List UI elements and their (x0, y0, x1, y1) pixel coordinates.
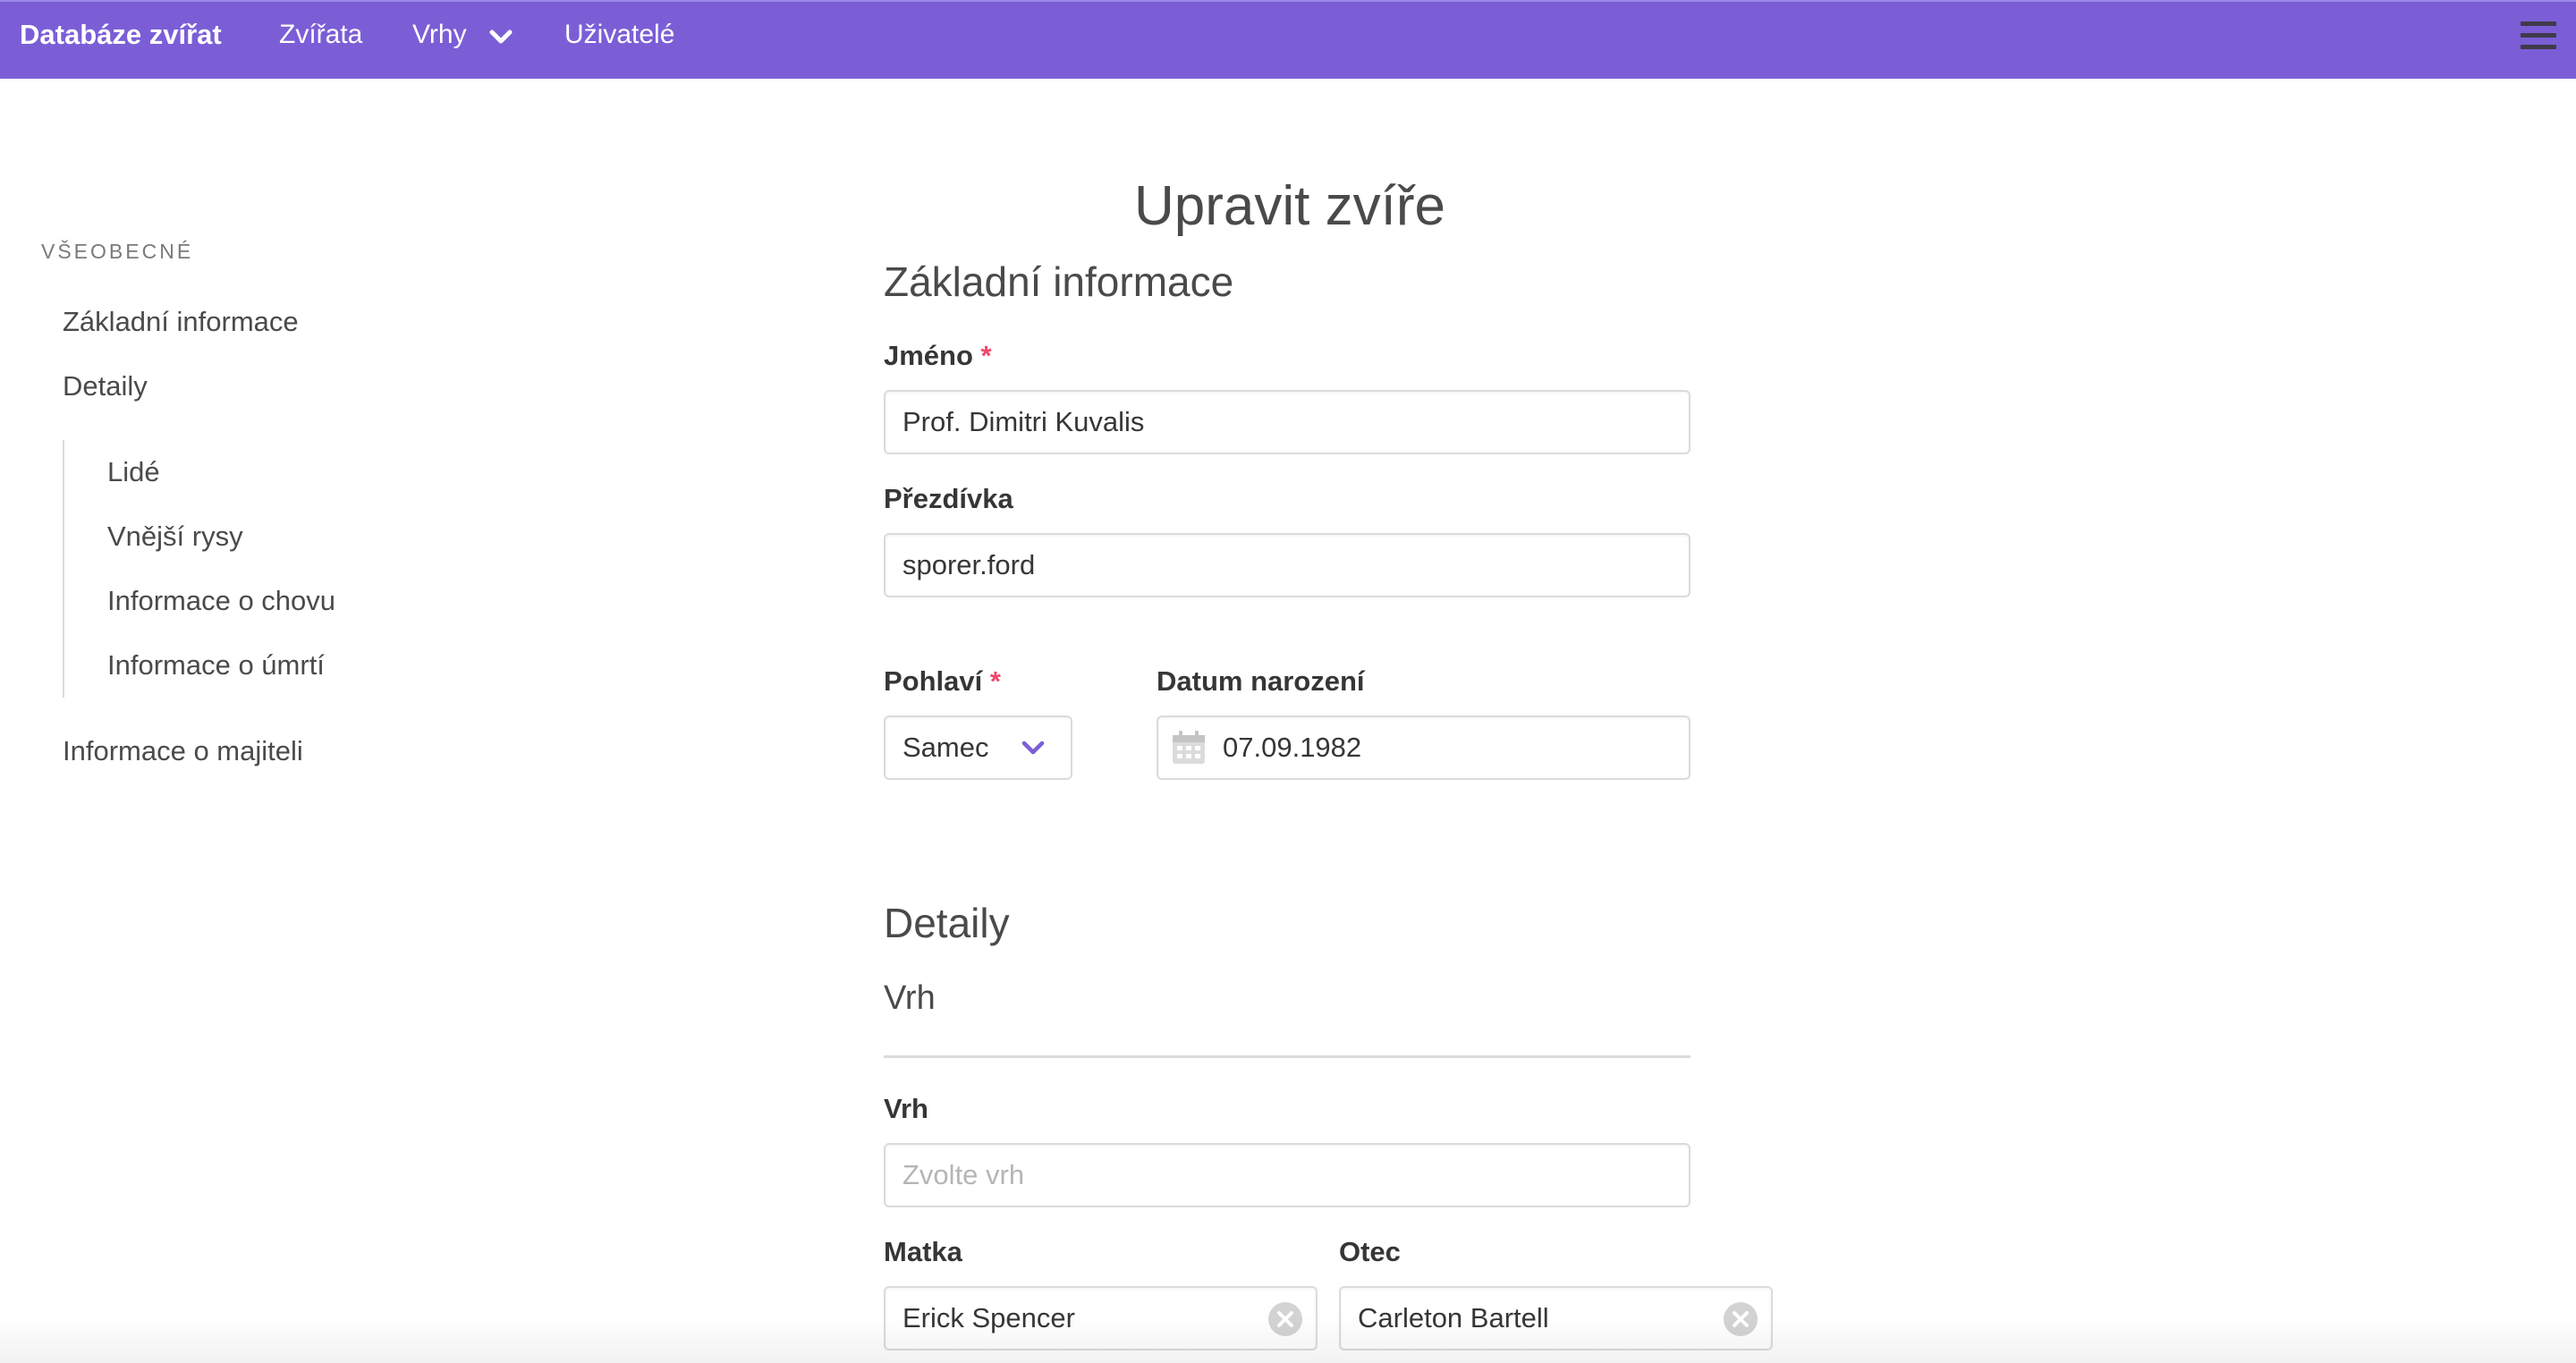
calendar-icon (1173, 731, 1205, 764)
required-mark: * (980, 340, 992, 371)
nav-item-litters[interactable]: Vrhy (412, 2, 467, 79)
father-label: Otec (1339, 1236, 1401, 1267)
hamburger-menu-icon[interactable] (2521, 20, 2556, 52)
section-divider (884, 1055, 1690, 1058)
nav-item-users[interactable]: Uživatelé (564, 2, 674, 79)
name-input[interactable]: Prof. Dimitri Kuvalis (884, 390, 1690, 454)
section-title-basic: Základní informace (884, 258, 1234, 305)
father-select[interactable]: Carleton Bartell (1339, 1286, 1773, 1350)
sidebar-section-label: VŠEOBECNÉ (41, 240, 194, 263)
litter-input[interactable]: Zvolte vrh (884, 1143, 1690, 1207)
subsection-title-litter: Vrh (884, 979, 936, 1017)
sidebar-item-owner-info[interactable]: Informace o majiteli (63, 735, 303, 767)
mother-select[interactable]: Erick Spencer (884, 1286, 1318, 1350)
nickname-input[interactable]: sporer.ford (884, 533, 1690, 597)
brand-link[interactable]: Databáze zvířat (20, 2, 222, 79)
sidebar-subitem-appearance[interactable]: Vnější rysy (107, 521, 243, 553)
sidebar-subitem-people[interactable]: Lidé (107, 456, 160, 488)
litter-label: Vrh (884, 1093, 928, 1124)
nickname-label: Přezdívka (884, 483, 1013, 514)
top-navbar: Databáze zvířat Zvířata Vrhy Uživatelé (0, 0, 2576, 79)
sidebar-item-basic-info[interactable]: Základní informace (63, 306, 299, 338)
sidebar-subitem-death[interactable]: Informace o úmrtí (107, 649, 325, 682)
chevron-down-icon[interactable] (487, 25, 514, 48)
sidebar-item-details[interactable]: Detaily (63, 370, 148, 402)
mother-label: Matka (884, 1236, 962, 1267)
birthdate-label: Datum narození (1157, 665, 1365, 697)
name-label: Jméno * (884, 340, 992, 371)
clear-icon[interactable] (1268, 1302, 1302, 1336)
page-title: Upravit zvíře (1134, 175, 1445, 237)
required-mark: * (989, 665, 1001, 697)
clear-icon[interactable] (1724, 1302, 1758, 1336)
sex-label: Pohlaví * (884, 665, 1001, 697)
submenu-divider (63, 440, 64, 698)
section-title-details: Detaily (884, 900, 1010, 946)
nav-item-animals[interactable]: Zvířata (279, 2, 362, 79)
chevron-down-icon (1021, 741, 1045, 755)
birthdate-input[interactable]: 07.09.1982 (1157, 715, 1690, 780)
sidebar-subitem-breeding[interactable]: Informace o chovu (107, 585, 335, 617)
sex-select[interactable]: Samec (884, 715, 1072, 780)
